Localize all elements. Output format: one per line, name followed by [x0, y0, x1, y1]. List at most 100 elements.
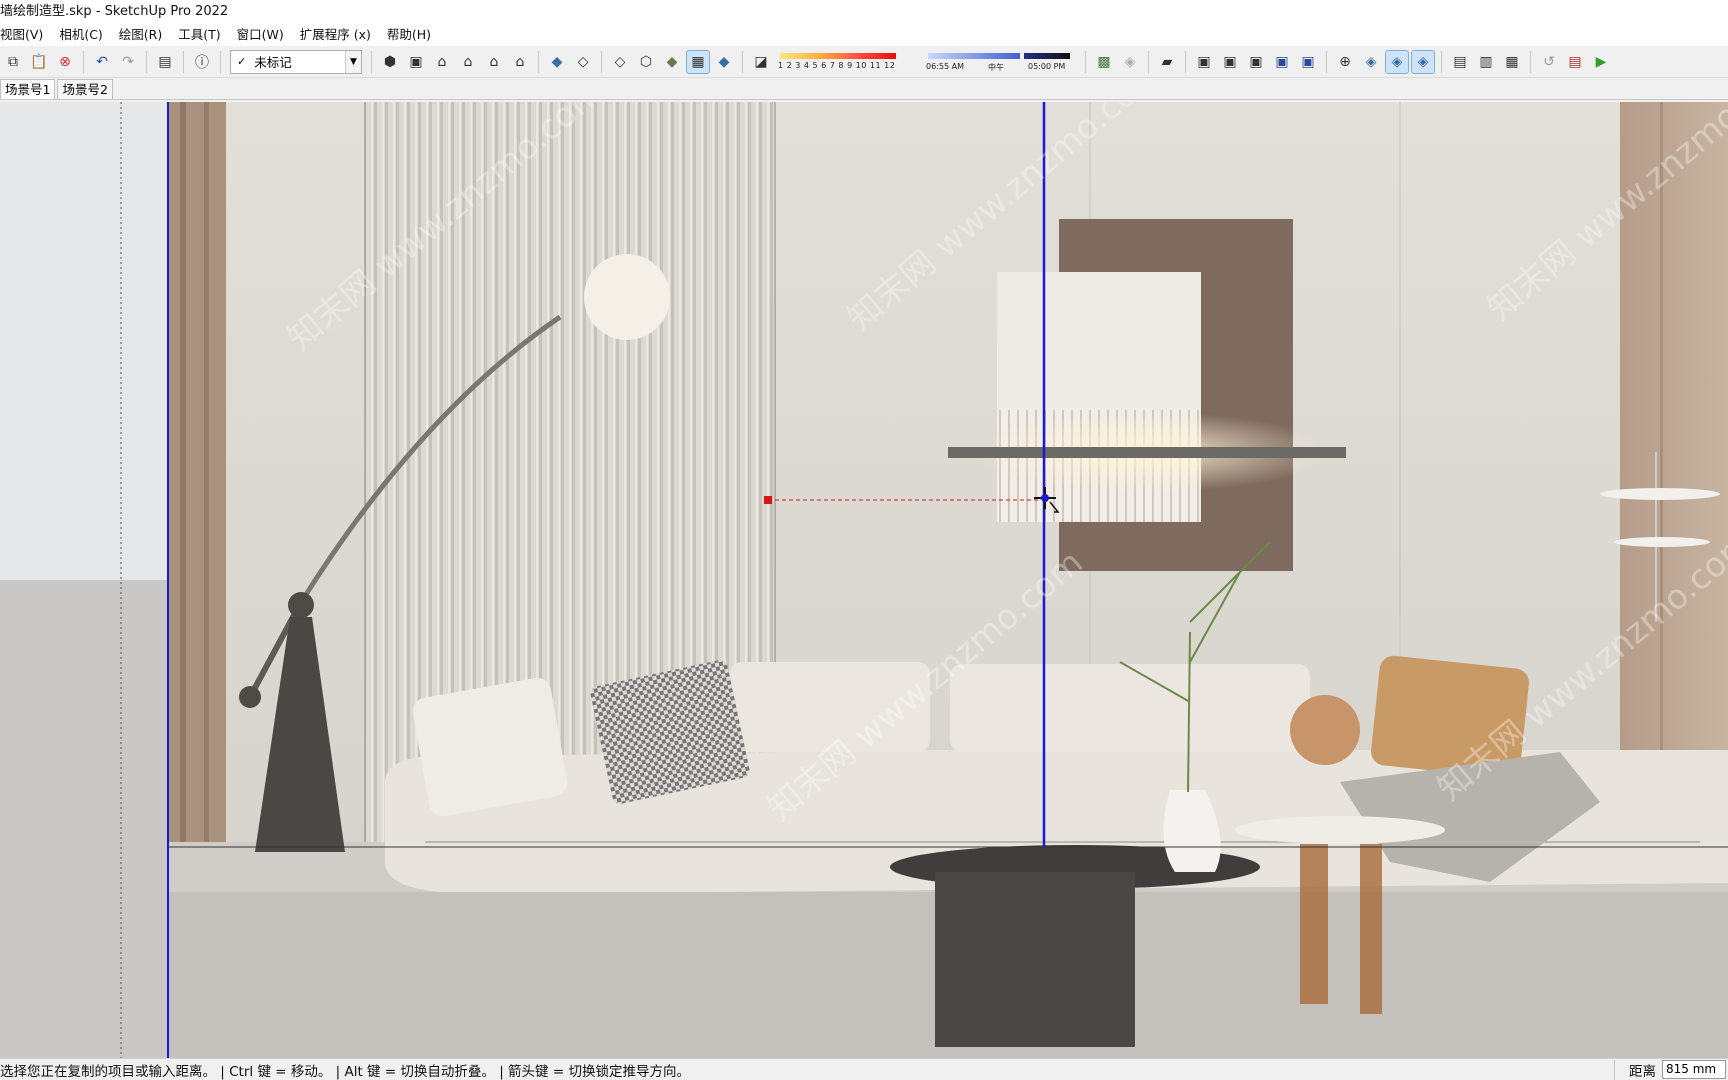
side-table-top: [1235, 816, 1445, 844]
round-pillow: [1290, 695, 1360, 765]
iso-view-icon[interactable]: ⬢: [379, 51, 401, 73]
wood-seam: [1660, 102, 1663, 862]
extension-warehouse-icon[interactable]: ◈: [1119, 51, 1141, 73]
tag-select-value: 未标记: [254, 55, 292, 70]
pendant-disc: [1600, 488, 1720, 500]
solid-union-icon[interactable]: ▣: [1245, 51, 1267, 73]
shadow-date-gradient: [780, 52, 896, 59]
solid-trim-icon[interactable]: ▣: [1297, 51, 1319, 73]
wireframe-icon[interactable]: ◇: [609, 51, 631, 73]
scene-tab-2[interactable]: 场景号2: [57, 79, 113, 99]
chevron-down-icon[interactable]: ▼: [345, 50, 361, 73]
time-end: 05:00 PM: [1028, 61, 1066, 71]
toolbar-separator: [1085, 50, 1086, 73]
report-icon[interactable]: ▤: [1564, 51, 1586, 73]
menu-help[interactable]: 帮助(H): [379, 24, 439, 46]
styles-icon[interactable]: ▥: [1475, 51, 1497, 73]
scene-tab-1[interactable]: 场景号1: [0, 79, 56, 99]
toolbar-separator: [742, 50, 743, 73]
section-plane-icon[interactable]: ⊕: [1334, 51, 1356, 73]
menu-view[interactable]: 视图(V): [0, 24, 51, 46]
inference-point: [764, 496, 772, 504]
coffee-table-base: [935, 872, 1135, 1047]
lamp-counterweight: [239, 686, 261, 708]
right-view-icon[interactable]: ⌂: [457, 51, 479, 73]
main-toolbar: ⧉ 📋 ⊗ ↶ ↷ ▤ ⓘ ✓ 未标记 ▼ ⬢ ▣ ⌂ ⌂ ⌂ ⌂ ◆ ◇ ◇ …: [0, 46, 1728, 78]
left-view-icon[interactable]: ⌂: [509, 51, 531, 73]
toolbar-separator: [1148, 50, 1149, 73]
curtain: [168, 102, 226, 862]
section-cut-icon[interactable]: ◈: [1385, 49, 1409, 74]
amber-leg: [1300, 844, 1328, 1004]
shaded-icon[interactable]: ◆: [661, 51, 683, 73]
time-start: 06:55 AM: [926, 61, 964, 71]
toolbar-separator: [1530, 50, 1531, 73]
backedges-icon[interactable]: ◇: [572, 51, 594, 73]
toolbar-separator: [220, 50, 221, 73]
erase-icon[interactable]: ⊗: [54, 51, 76, 73]
window-title: 墙绘制造型.skp - SketchUp Pro 2022: [0, 0, 1728, 24]
toolbar-separator: [183, 50, 184, 73]
toolbar-separator: [1326, 50, 1327, 73]
menu-camera[interactable]: 相机(C): [51, 24, 110, 46]
toolbar-separator: [1185, 50, 1186, 73]
menu-window[interactable]: 窗口(W): [229, 24, 292, 46]
menu-draw[interactable]: 绘图(R): [111, 24, 170, 46]
model-info-icon[interactable]: ⓘ: [191, 51, 213, 73]
lamp-joint: [288, 592, 314, 618]
lamp-globe: [584, 254, 670, 340]
redo-icon[interactable]: ↷: [117, 51, 139, 73]
menu-extensions[interactable]: 扩展程序 (x): [292, 24, 379, 46]
toolbar-separator: [371, 50, 372, 73]
front-view-icon[interactable]: ⌂: [431, 51, 453, 73]
solid-intersect-icon[interactable]: ▣: [1219, 51, 1241, 73]
outliner-icon[interactable]: ▤: [1449, 51, 1471, 73]
shadow-time-slider[interactable]: 06:55 AM 中午 05:00 PM: [926, 51, 1076, 73]
viewport-scene: 知末网 www.znzmo.com 知末网 www.znzmo.com 知末网 …: [0, 102, 1728, 1058]
sofa-pillow: [412, 677, 568, 817]
print-icon[interactable]: ▤: [154, 51, 176, 73]
section-display-icon[interactable]: ◈: [1360, 51, 1382, 73]
pendant-disc: [1614, 537, 1710, 547]
status-hint: 选择您正在复制的项目或输入距离。 | Ctrl 键 = 移动。 | Alt 键 …: [0, 1063, 690, 1080]
tag-select[interactable]: ✓ 未标记 ▼: [230, 49, 362, 74]
menu-tools[interactable]: 工具(T): [170, 24, 228, 46]
measurements-label: 距离: [1614, 1059, 1662, 1080]
check-icon: ✓: [237, 55, 247, 68]
sofa-back-cushion: [950, 664, 1310, 752]
toolbar-separator: [601, 50, 602, 73]
model-viewport[interactable]: 知末网 www.znzmo.com 知末网 www.znzmo.com 知末网 …: [0, 102, 1728, 1058]
measurements-input[interactable]: 815 mm: [1662, 1060, 1726, 1079]
shaded-textures-icon[interactable]: ▦: [686, 49, 710, 74]
solid-outer-icon[interactable]: ▣: [1193, 51, 1215, 73]
hiddenline-icon[interactable]: ⬡: [635, 51, 657, 73]
toolbar-separator: [83, 50, 84, 73]
monochrome-icon[interactable]: ◆: [713, 51, 735, 73]
undo-history-icon[interactable]: ↺: [1538, 51, 1560, 73]
time-mid: 中午: [988, 62, 1004, 72]
scene-tabs: 场景号1 场景号2: [0, 78, 1728, 100]
menu-bar: 视图(V) 相机(C) 绘图(R) 工具(T) 窗口(W) 扩展程序 (x) 帮…: [0, 24, 1728, 46]
left-floor-area: [0, 580, 168, 1058]
components-icon[interactable]: ▦: [1501, 51, 1523, 73]
shadow-date-slider[interactable]: 1 2 3 4 5 6 7 8 9 10 11 12: [778, 51, 918, 73]
paste-icon[interactable]: 📋: [28, 51, 50, 73]
undo-icon[interactable]: ↶: [91, 51, 113, 73]
xray-icon[interactable]: ◆: [546, 51, 568, 73]
back-view-icon[interactable]: ⌂: [483, 51, 505, 73]
amber-leg: [1360, 844, 1382, 1014]
warehouse-icon[interactable]: ▩: [1093, 51, 1115, 73]
solid-subtract-icon[interactable]: ▣: [1271, 51, 1293, 73]
top-view-icon[interactable]: ▣: [405, 51, 427, 73]
shadow-months: 1 2 3 4 5 6 7 8 9 10 11 12: [778, 60, 896, 70]
layout-icon[interactable]: ▰: [1156, 51, 1178, 73]
toolbar-separator: [1441, 50, 1442, 73]
copy-icon[interactable]: ⧉: [2, 51, 24, 73]
floating-shelf: [948, 447, 1346, 458]
shadows-toggle-icon[interactable]: ◪: [750, 51, 772, 73]
curtain-fold: [180, 102, 186, 862]
toolbar-separator: [146, 50, 147, 73]
shadow-time-gradient-dark: [1024, 52, 1070, 59]
run-icon[interactable]: ▶: [1590, 51, 1612, 73]
section-fill-icon[interactable]: ◈: [1411, 49, 1435, 74]
